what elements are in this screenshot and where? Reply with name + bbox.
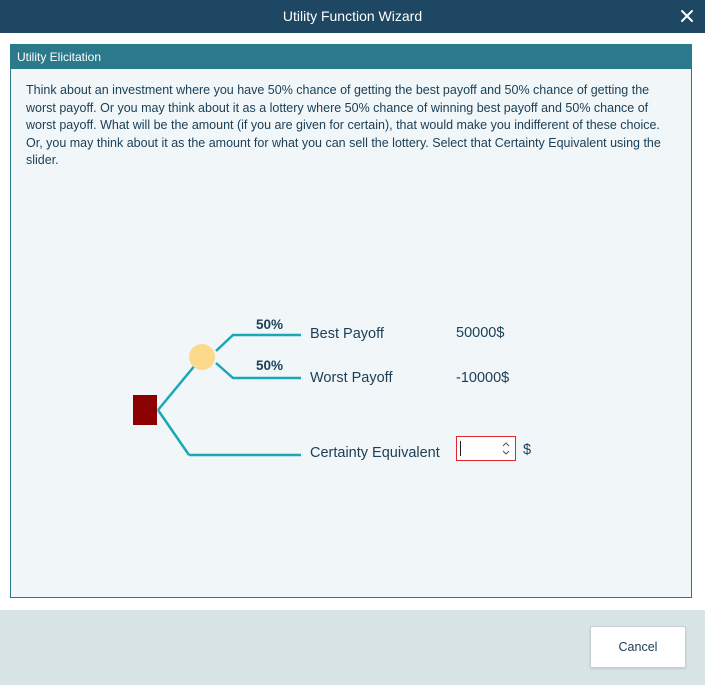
- title-bar: Utility Function Wizard: [0, 0, 705, 33]
- chance-node: [189, 344, 215, 370]
- decision-tree: [133, 333, 301, 457]
- best-probability: 50%: [256, 317, 284, 332]
- worst-payoff-label: Worst Payoff: [310, 370, 393, 386]
- certainty-equivalent-stepper[interactable]: [456, 436, 516, 461]
- dialog-footer: Cancel: [0, 610, 705, 685]
- worst-payoff-value: -10000$: [456, 370, 510, 386]
- dialog-body: Utility Elicitation Think about an inves…: [0, 33, 705, 610]
- cancel-button[interactable]: Cancel: [590, 626, 686, 668]
- best-payoff-value: 50000$: [456, 325, 505, 341]
- text-caret: [460, 441, 461, 456]
- close-icon: [681, 10, 693, 22]
- branch-best: [215, 333, 301, 352]
- certainty-equivalent-label: Certainty Equivalent: [310, 445, 440, 461]
- utility-elicitation-panel: Utility Elicitation Think about an inves…: [10, 44, 692, 598]
- best-payoff-label: Best Payoff: [310, 326, 384, 342]
- branch-to-certainty: [156, 409, 191, 456]
- chevron-down-icon[interactable]: [500, 448, 512, 458]
- worst-probability: 50%: [256, 358, 284, 373]
- close-button[interactable]: [675, 4, 699, 28]
- certainty-equivalent-input[interactable]: [459, 439, 497, 457]
- window-title: Utility Function Wizard: [282, 8, 423, 24]
- certainty-equivalent-unit: $: [523, 442, 532, 458]
- decision-node: [133, 395, 157, 425]
